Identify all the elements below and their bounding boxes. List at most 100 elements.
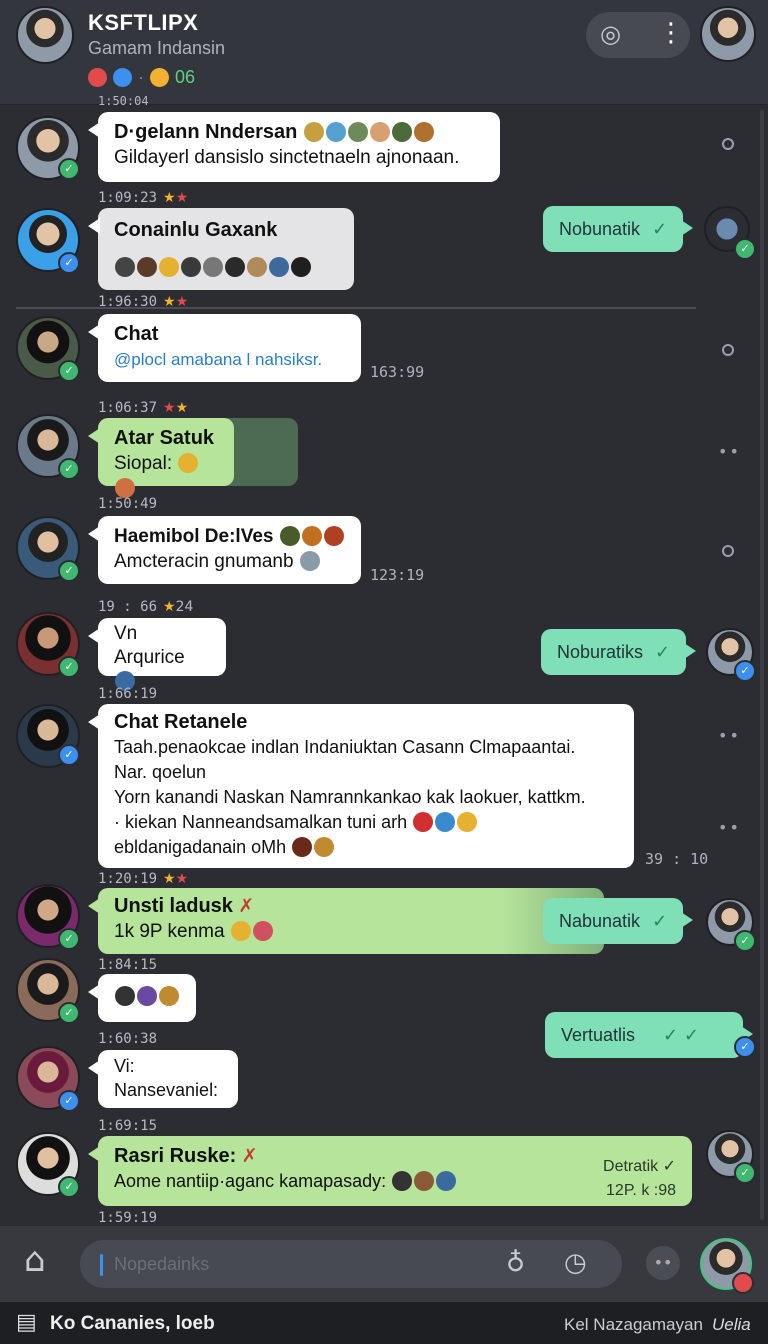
emoji (225, 257, 245, 277)
outgoing-bubble[interactable]: Noburatiks ✓ (541, 629, 697, 675)
emoji (247, 257, 267, 277)
notification-badge (732, 1272, 754, 1294)
emoji (291, 257, 311, 277)
inline-outgoing-status: Detratik ✓ 12P. k :98 (603, 1154, 676, 1203)
header-actions: ◎ ⋮ (586, 12, 690, 58)
emoji (115, 986, 135, 1006)
emoji (299, 551, 320, 571)
more-vertical-icon[interactable]: ⋮ (658, 18, 684, 48)
clipboard-icon[interactable]: ▤ (16, 1310, 37, 1335)
emoji (115, 257, 135, 277)
message-bubble[interactable]: Rasri Ruske: ✗ Aome nantiip·aganc kamapa… (88, 1136, 692, 1206)
target-icon[interactable]: ◎ (600, 20, 621, 48)
star-icons: ★★ (163, 400, 189, 416)
message-text: 1k 9P kenma (114, 921, 225, 942)
message-bubble[interactable]: Unsti ladusk ✗ 1k 9P kenma (88, 888, 604, 954)
message-text: Nansevaniel: (114, 1080, 219, 1100)
emoji (457, 812, 478, 832)
emoji (292, 837, 313, 857)
verified-badge: ✓ (58, 560, 80, 582)
bubble-shadow (224, 418, 298, 486)
message-bubble[interactable] (88, 974, 196, 1022)
emoji-button[interactable]: •• (646, 1246, 680, 1280)
emoji (303, 122, 324, 142)
message-bubble[interactable]: Vi: Nansevaniel: (88, 1050, 238, 1108)
time-text: 1:09:23 (98, 190, 158, 206)
pin-icon: ✗ (238, 895, 255, 917)
outgoing-bubble[interactable]: Nabunatik ✓ (543, 898, 694, 944)
footer-right-label[interactable]: Uelia (712, 1315, 751, 1335)
emoji (115, 478, 135, 498)
message-bubble[interactable]: D·gelann Nndersan Gildayerl dansislo sin… (88, 112, 500, 182)
time-text: 1:96:30 (98, 294, 158, 310)
chat-title: KSFTLIPX (88, 10, 199, 35)
message-title: Unsti ladusk (114, 895, 233, 917)
message-bubble[interactable]: Haemibol De:lVes Amcteracin gnumanb (88, 516, 361, 584)
status-dot-red (88, 68, 107, 87)
more-icon[interactable]: •• (718, 442, 741, 461)
message-bubble[interactable]: Conainlu Gaxank (88, 208, 354, 290)
reaction-avatars (114, 255, 338, 280)
status-ring-icon (722, 545, 734, 557)
message-bubble[interactable]: Vn Arqurice (88, 618, 226, 691)
home-icon[interactable]: ⌂ (24, 1240, 46, 1280)
clock-icon[interactable]: ◷ (564, 1248, 587, 1278)
emoji (413, 122, 434, 142)
message-bubble[interactable]: Chat @plocl amabana l nahsiksr. (88, 314, 361, 382)
message-text: Arqurice (114, 647, 185, 668)
message-title: Chat (114, 323, 159, 345)
message-bubble[interactable]: Chat Retanele Taah.penaokcae indlan Inda… (88, 704, 634, 868)
side-timestamp: 123:19 (370, 566, 425, 584)
emoji (269, 257, 289, 277)
emoji (230, 921, 251, 941)
emoji (137, 257, 157, 277)
emoji (178, 453, 199, 473)
text-caret (100, 1254, 103, 1276)
emoji (137, 986, 157, 1006)
header-avatar[interactable] (16, 6, 74, 64)
emoji (325, 122, 346, 142)
verified-badge: ✓ (58, 744, 80, 766)
verified-badge: ✓ (58, 158, 80, 180)
message-line: ebldanigadanain oMh (114, 837, 287, 857)
verified-badge: ✓ (58, 1090, 80, 1112)
verified-badge: ✓ (58, 656, 80, 678)
emoji (413, 812, 434, 832)
outgoing-bubble[interactable]: Vertuatlis ✓ ✓ (545, 1012, 753, 1058)
message-mention[interactable]: @plocl amabana l nahsiksr. (114, 347, 345, 372)
chat-header: KSFTLIPX Gamam Indansin · 06 ◎ ⋮ (0, 0, 768, 105)
verified-badge: ✓ (734, 1162, 756, 1184)
outgoing-text: Vertuatlis (561, 1025, 636, 1045)
side-timestamp: 163:99 (370, 363, 425, 381)
timestamp: 1:06:37 ★★ (98, 400, 188, 416)
scrollbar[interactable] (760, 110, 764, 1220)
status-ring-icon (722, 344, 734, 356)
message-line: · kiekan Nanneandsamalkan tuni arh (114, 812, 408, 832)
star-icons: ★★ (163, 871, 189, 887)
timestamp: 1:69:15 (98, 1118, 158, 1134)
status-ring-icon (722, 138, 734, 150)
message-input[interactable]: Nopedainks (80, 1240, 622, 1288)
pin-icon: ✗ (241, 1145, 258, 1167)
message-text: Gildayerl dansislo sinctetnaeln ajnonaan… (114, 147, 460, 168)
status-separator: · (138, 67, 144, 87)
chat-subtitle: Gamam Indansin (88, 38, 226, 58)
microphone-icon[interactable]: ♁ (506, 1248, 525, 1278)
outgoing-bubble[interactable]: Nobunatik ✓ (543, 206, 694, 252)
profile-avatar[interactable] (700, 6, 756, 62)
verified-badge: ✓ (734, 930, 756, 952)
timestamp: 1:20:19 ★★ (98, 871, 188, 887)
status-dot-orange (150, 68, 169, 87)
footer-left-label[interactable]: Ko Cananies, loeb (50, 1313, 215, 1335)
bottom-bar: ▤ Ko Cananies, loeb Kel Nazagamayan Ueli… (0, 1302, 768, 1344)
footer-mid-label[interactable]: Kel Nazagamayan (564, 1315, 703, 1335)
emoji (369, 122, 390, 142)
more-icon[interactable]: •• (718, 726, 741, 745)
more-icon[interactable]: •• (718, 818, 741, 837)
emoji (414, 1171, 435, 1191)
message-text: Aome nantiip·aganc kamapasady: (114, 1171, 387, 1191)
verified-badge: ✓ (58, 928, 80, 950)
time-text: 1:06:37 (98, 400, 158, 416)
message-bubble[interactable]: Atar Satuk Siopal: (88, 418, 234, 498)
timestamp: 1:84:15 (98, 957, 158, 973)
